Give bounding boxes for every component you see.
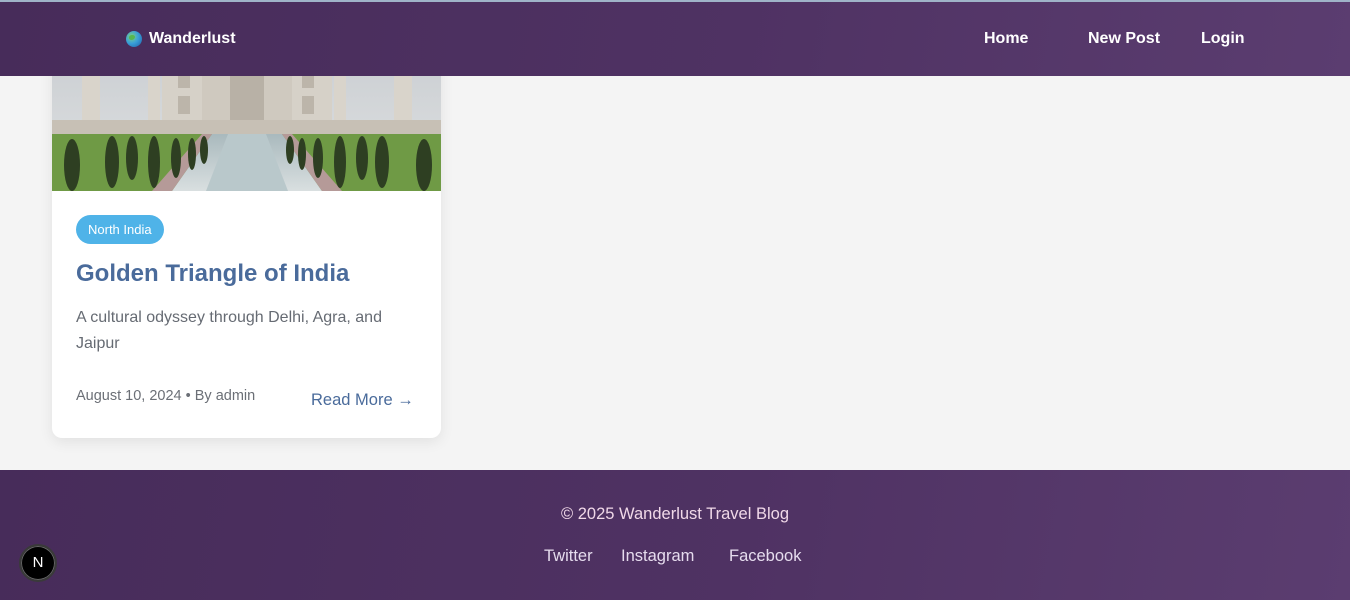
footer-twitter-link[interactable]: Twitter (544, 547, 593, 566)
top-navbar: Wanderlust Home New Post Login (0, 2, 1350, 76)
footer-instagram-link[interactable]: Instagram (621, 547, 694, 566)
read-more-link[interactable]: Read More → (311, 391, 414, 410)
site-footer: © 2025 Wanderlust Travel Blog Twitter In… (0, 470, 1350, 600)
nav-login-link[interactable]: Login (1201, 30, 1245, 48)
footer-facebook-link[interactable]: Facebook (729, 547, 801, 566)
post-description: A cultural odyssey through Delhi, Agra, … (76, 309, 382, 352)
nav-home-link[interactable]: Home (984, 30, 1028, 48)
post-title[interactable]: Golden Triangle of India (76, 260, 426, 288)
brand-logo[interactable]: Wanderlust (126, 28, 236, 50)
dev-tools-badge[interactable]: N (19, 544, 57, 582)
region-badge[interactable]: North India (76, 215, 164, 244)
post-meta: August 10, 2024 • By admin (76, 388, 256, 404)
post-card: North India Golden Triangle of India A c… (52, 40, 441, 438)
footer-copyright: © 2025 Wanderlust Travel Blog (561, 505, 789, 523)
nav-new-post-link[interactable]: New Post (1088, 30, 1160, 48)
globe-icon (126, 31, 142, 47)
brand-name: Wanderlust (149, 30, 236, 47)
